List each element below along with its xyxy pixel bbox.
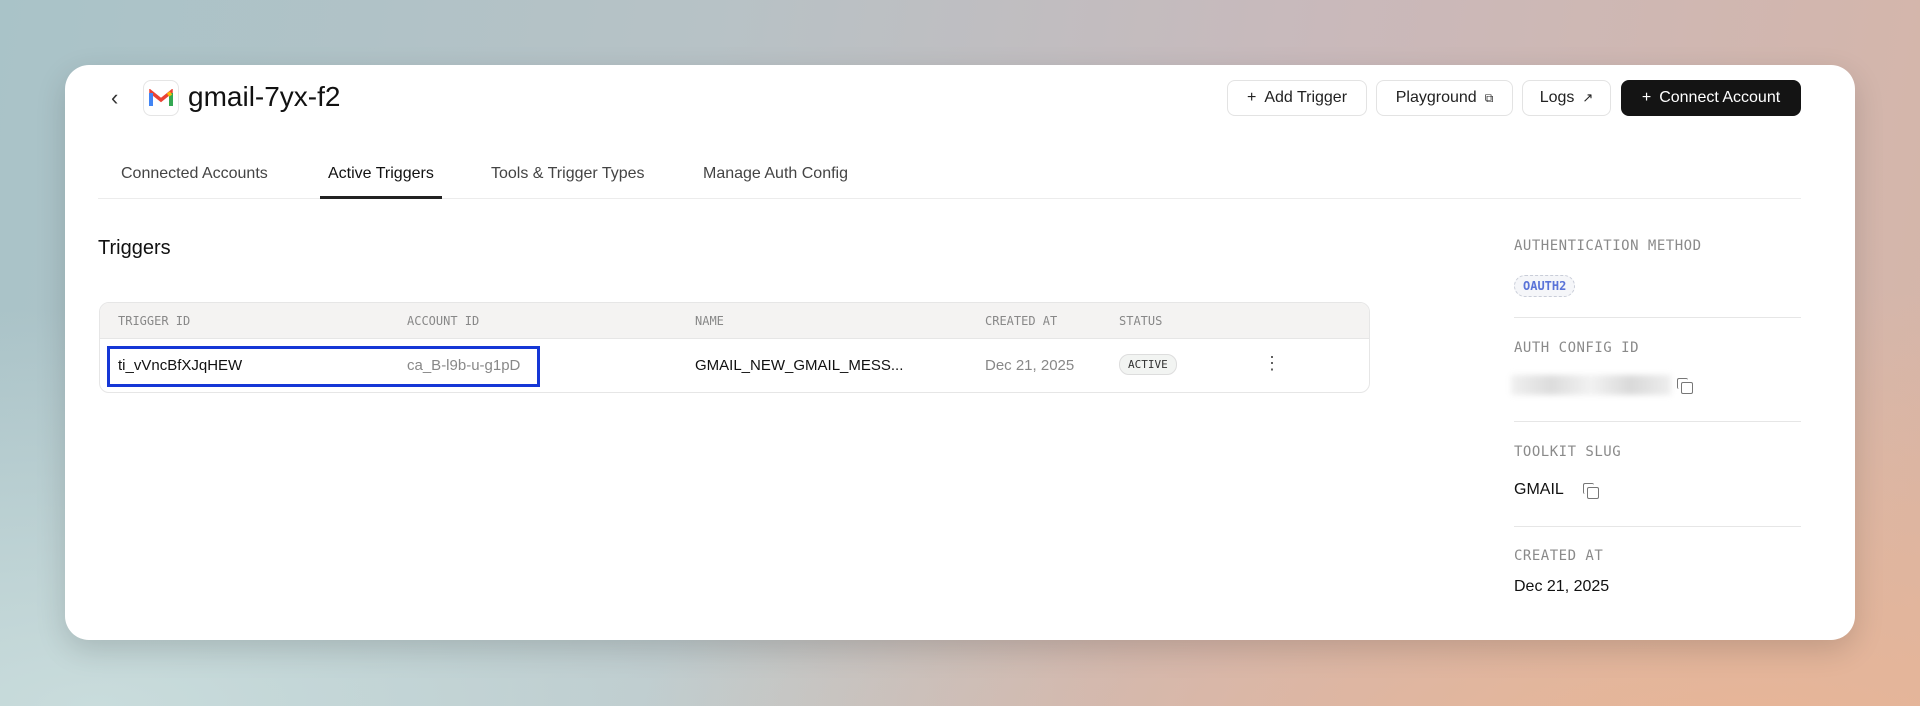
- column-header: NAME: [695, 314, 724, 328]
- column-header: STATUS: [1119, 314, 1163, 328]
- tab-connected-accounts[interactable]: Connected Accounts: [113, 162, 276, 199]
- divider: [1514, 317, 1801, 318]
- gmail-logo-icon: [143, 80, 179, 116]
- tab-tools-trigger-types[interactable]: Tools & Trigger Types: [483, 162, 653, 199]
- auth-method-label: AUTHENTICATION METHOD: [1514, 238, 1702, 254]
- auth-config-id-redacted: [1511, 375, 1671, 395]
- table-header: TRIGGER ID ACCOUNT ID NAME CREATED AT ST…: [100, 303, 1369, 339]
- playground-button[interactable]: Playground ⧉: [1376, 80, 1513, 116]
- auth-method-badge: OAUTH2: [1514, 275, 1576, 297]
- toolkit-detail-card: ‹ gmail-7yx-f2 + Add Trigger Playground ⧉ …: [65, 65, 1855, 640]
- plus-icon: +: [1641, 89, 1652, 106]
- playground-icon: ⧉: [1484, 90, 1494, 105]
- logs-button[interactable]: Logs ↗: [1522, 80, 1611, 116]
- add-trigger-label: Add Trigger: [1264, 89, 1348, 106]
- toolkit-slug-label: TOOLKIT SLUG: [1514, 444, 1622, 460]
- copy-icon[interactable]: [1583, 483, 1599, 499]
- logs-label: Logs: [1539, 89, 1575, 106]
- add-trigger-button[interactable]: + Add Trigger: [1227, 80, 1367, 116]
- created-at-value: Dec 21, 2025: [1514, 578, 1610, 595]
- tab-manage-auth-config[interactable]: Manage Auth Config: [695, 162, 856, 199]
- divider: [1514, 421, 1801, 422]
- auth-config-id-label: AUTH CONFIG ID: [1514, 340, 1640, 356]
- more-options-icon[interactable]: ⋮: [1263, 353, 1281, 374]
- tab-bar: Connected Accounts Active Triggers Tools…: [98, 162, 1801, 199]
- created-at-label: CREATED AT: [1514, 548, 1604, 564]
- trigger-name: GMAIL_NEW_GMAIL_MESS...: [695, 357, 904, 374]
- column-header: CREATED AT: [985, 314, 1058, 328]
- column-header: TRIGGER ID: [118, 314, 191, 328]
- created-at: Dec 21, 2025: [985, 357, 1075, 374]
- plus-icon: +: [1246, 89, 1257, 106]
- column-header: ACCOUNT ID: [407, 314, 480, 328]
- playground-label: Playground: [1395, 89, 1477, 106]
- copy-icon[interactable]: [1677, 378, 1693, 394]
- toolkit-slug: GMAIL: [1514, 481, 1564, 498]
- connect-account-label: Connect Account: [1659, 89, 1781, 106]
- page-title: gmail-7yx-f2: [188, 81, 341, 112]
- tab-active-triggers[interactable]: Active Triggers: [320, 162, 442, 199]
- back-chevron-icon[interactable]: ‹: [111, 85, 118, 111]
- highlight-box: [107, 346, 540, 387]
- triggers-heading: Triggers: [98, 237, 171, 259]
- connect-account-button[interactable]: + Connect Account: [1621, 80, 1801, 116]
- external-link-icon: ↗: [1582, 90, 1594, 105]
- divider: [1514, 526, 1801, 527]
- status-badge: ACTIVE: [1119, 354, 1177, 375]
